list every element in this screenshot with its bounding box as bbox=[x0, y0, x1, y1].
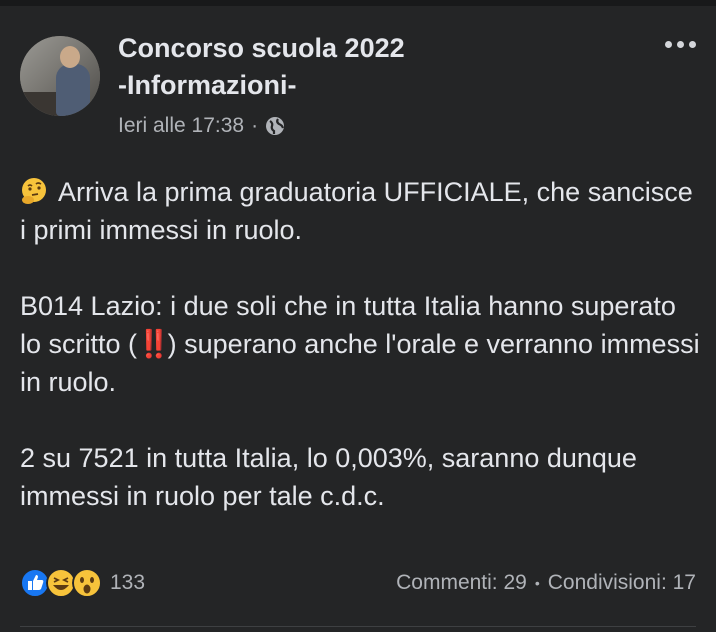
paragraph-2: B014 Lazio: i due soli che in tutta Ital… bbox=[20, 291, 700, 397]
post-meta: Ieri alle 17:38 · bbox=[118, 114, 285, 138]
more-options-icon[interactable] bbox=[660, 34, 700, 54]
footer-divider bbox=[20, 626, 696, 627]
page-name-line1[interactable]: Concorso scuola 2022 bbox=[118, 30, 638, 67]
stats-separator: • bbox=[534, 575, 540, 591]
thinking-face-emoji bbox=[22, 178, 46, 204]
post-body: Arriva la prima graduatoria UFFICIALE, c… bbox=[20, 173, 700, 515]
reaction-count[interactable]: 133 bbox=[110, 571, 145, 595]
post-header: Concorso scuola 2022 -Informazioni- Ieri… bbox=[20, 30, 700, 142]
top-edge bbox=[0, 0, 716, 6]
post-timestamp[interactable]: Ieri alle 17:38 bbox=[118, 114, 244, 138]
wow-icon bbox=[72, 568, 102, 598]
comments-count[interactable]: Commenti: 29 bbox=[396, 571, 527, 595]
paragraph-3: 2 su 7521 in tutta Italia, lo 0,003%, sa… bbox=[20, 443, 637, 511]
page-avatar[interactable] bbox=[20, 36, 100, 116]
double-exclamation-emoji: ‼️ bbox=[137, 329, 171, 359]
paragraph-1-text: Arriva la prima graduatoria UFFICIALE, c… bbox=[20, 177, 693, 245]
globe-icon bbox=[266, 117, 285, 135]
page-name-line2[interactable]: -Informazioni- bbox=[118, 67, 638, 104]
post-footer: 133 Commenti: 29 • Condivisioni: 17 bbox=[20, 566, 696, 600]
page-name[interactable]: Concorso scuola 2022 -Informazioni- bbox=[118, 30, 638, 104]
meta-separator: · bbox=[251, 114, 259, 137]
paragraph-1: Arriva la prima graduatoria UFFICIALE, c… bbox=[20, 173, 700, 249]
post-stats: Commenti: 29 • Condivisioni: 17 bbox=[396, 571, 696, 595]
reactions-summary[interactable]: 133 bbox=[20, 568, 145, 598]
shares-count[interactable]: Condivisioni: 17 bbox=[548, 571, 696, 595]
